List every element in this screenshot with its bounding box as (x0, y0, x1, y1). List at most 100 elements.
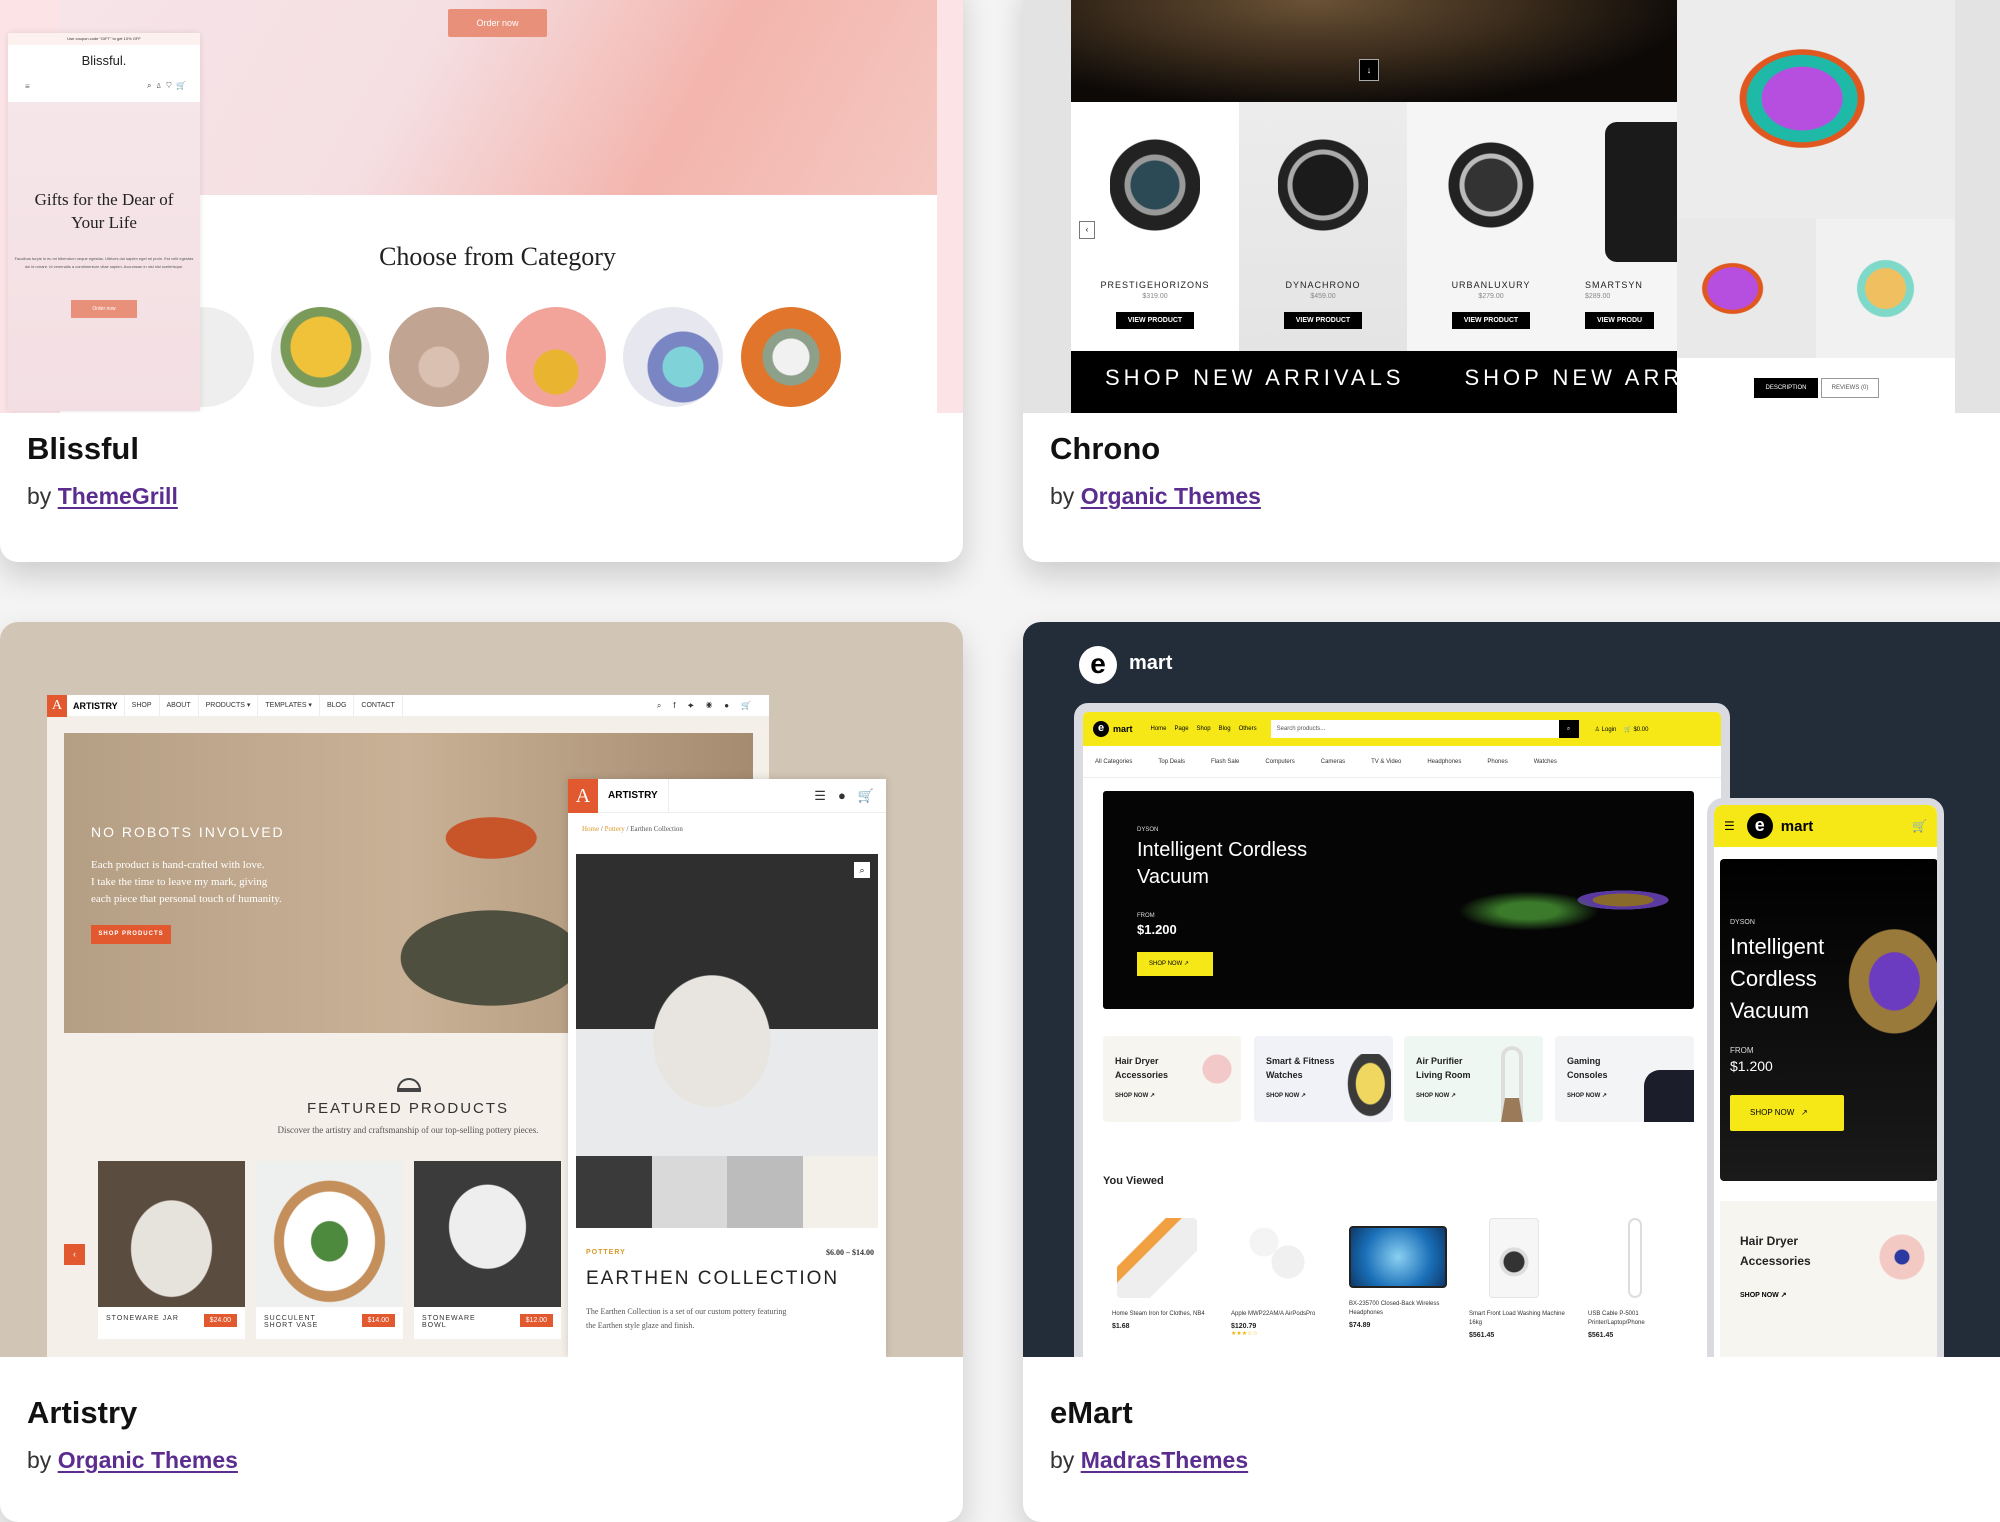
theme-preview-artistry[interactable]: A ARTISTRY SHOP ABOUT PRODUCTS ▾ TEMPLAT… (0, 622, 963, 1357)
nav-item[interactable]: Blog (1219, 726, 1231, 732)
tab-description[interactable]: DESCRIPTION (1754, 378, 1818, 398)
cart-icon[interactable]: 🛒 (1912, 819, 1927, 833)
hero-text-line: I take the time to leave my mark, giving (91, 876, 268, 888)
product-card[interactable]: STONEWARE JAR $24.00 (98, 1161, 245, 1339)
order-now-button[interactable]: Order now (448, 9, 547, 37)
theme-preview-blissful[interactable]: Order now Choose from Category Use coupo… (0, 0, 963, 413)
viewed-product[interactable]: BX-235700 Closed-Back Wireless Headphone… (1349, 1218, 1449, 1329)
theme-card-blissful[interactable]: Order now Choose from Category Use coupo… (0, 0, 963, 562)
author-link[interactable]: MadrasThemes (1081, 1447, 1248, 1473)
view-product-button[interactable]: VIEW PRODUCT (1283, 312, 1363, 329)
search-button[interactable]: ⌕ (1558, 720, 1579, 738)
hero-shop-now-button[interactable]: SHOP NOW ↗ (1137, 952, 1213, 976)
category-circle[interactable] (741, 307, 841, 407)
breadcrumb-link[interactable]: Home (582, 825, 599, 833)
shop-now-link[interactable]: SHOP NOW ↗ (1115, 1092, 1155, 1099)
category-circle[interactable] (271, 307, 371, 407)
theme-preview-emart[interactable]: e mart e mart Home Page Shop Blog Others… (1023, 622, 2000, 1357)
author-link[interactable]: ThemeGrill (58, 483, 178, 509)
viewed-product[interactable]: Home Steam Iron for Clothes, NB4 $1.68 (1112, 1218, 1212, 1330)
hero-text: Faucibus turpis in eu mi bibendum neque … (14, 256, 194, 269)
theme-title[interactable]: Artistry (27, 1395, 137, 1431)
hero-shop-now-button[interactable]: SHOP NOW ↗ (1730, 1095, 1844, 1131)
product-card[interactable]: DYNACHRONO $459.00 VIEW PRODUCT (1239, 102, 1407, 351)
carousel-prev-button[interactable]: ‹ (1079, 221, 1095, 239)
viewed-product[interactable]: USB Cable P-5001 Printer/Laptop/Phone $56… (1588, 1218, 1688, 1339)
logo: ARTISTRY (67, 694, 125, 717)
shop-now-link[interactable]: SHOP NOW ↗ (1266, 1092, 1306, 1099)
cart-link[interactable]: 🛒 $0.00 (1624, 726, 1648, 733)
category-item[interactable]: Flash Sale (1211, 759, 1239, 765)
category-item[interactable]: Watches (1534, 759, 1557, 765)
product-card[interactable]: URBANLUXURY $279.00 VIEW PRODUCT (1407, 102, 1575, 351)
scroll-down-button[interactable]: ↓ (1359, 59, 1379, 81)
tab-reviews[interactable]: REVIEWS (0) (1821, 378, 1879, 398)
nav-item[interactable]: TEMPLATES ▾ (258, 694, 320, 717)
viewed-product[interactable]: Apple MWP22AM/A AirPodsPro $120.79 ★★★☆☆ (1231, 1218, 1331, 1337)
theme-preview-chrono[interactable]: ↓ PRESTIGEHORIZONS $319.00 VIEW PRODUCT DY… (1023, 0, 2000, 413)
author-link[interactable]: Organic Themes (1081, 483, 1261, 509)
shop-products-button[interactable]: SHOP PRODUCTS (91, 925, 171, 944)
product-card[interactable]: PRESTIGEHORIZONS $319.00 VIEW PRODUCT (1071, 102, 1239, 351)
menu-icon[interactable]: ☰ (1724, 819, 1735, 833)
nav-item[interactable]: Page (1175, 726, 1189, 732)
search-input[interactable]: Search products... (1270, 720, 1559, 738)
product-card[interactable]: SUCCULENT SHORT VASE $14.00 (256, 1161, 403, 1339)
shop-now-link[interactable]: SHOP NOW ↗ (1567, 1092, 1607, 1099)
category-item[interactable]: Computers (1265, 759, 1294, 765)
mobile-order-button[interactable]: Order now (71, 300, 137, 318)
category-card[interactable]: Gaming Consoles SHOP NOW ↗ (1555, 1036, 1694, 1122)
category-item[interactable]: Headphones (1427, 759, 1461, 765)
watch-image (1605, 122, 1677, 262)
author-link[interactable]: Organic Themes (58, 1447, 238, 1473)
theme-card-chrono[interactable]: ↓ PRESTIGEHORIZONS $319.00 VIEW PRODUCT DY… (1023, 0, 2000, 562)
nav-item[interactable]: BLOG (320, 694, 355, 717)
theme-title[interactable]: Blissful (27, 431, 139, 467)
product-card[interactable]: STONEWARE BOWL $12.00 (414, 1161, 561, 1339)
view-product-button[interactable]: VIEW PRODUCT (1115, 312, 1195, 329)
menu-icon[interactable]: ≡ (25, 82, 30, 91)
product-image (1644, 1070, 1694, 1122)
category-card[interactable]: Smart & Fitness Watches SHOP NOW ↗ (1254, 1036, 1393, 1122)
nav-item[interactable]: PRODUCTS ▾ (199, 694, 259, 717)
shop-now-link[interactable]: SHOP NOW ↗ (1416, 1092, 1456, 1099)
category-circle[interactable] (623, 307, 723, 407)
view-product-button[interactable]: VIEW PRODU (1585, 312, 1655, 329)
button-label: SHOP NOW (1750, 1108, 1795, 1117)
nav-item[interactable]: SHOP (125, 694, 160, 717)
product-card[interactable]: SMARTSYN $289.00 VIEW PRODU (1575, 102, 1677, 351)
nav-item[interactable]: Home (1151, 726, 1167, 732)
category-circle[interactable] (389, 307, 489, 407)
nav-item[interactable]: Others (1239, 726, 1257, 732)
sunglasses-thumb[interactable] (1816, 219, 1955, 358)
category-card[interactable]: Hair Dryer Accessories SHOP NOW ↗ (1103, 1036, 1241, 1122)
nav-item[interactable]: ABOUT (160, 694, 199, 717)
theme-title[interactable]: eMart (1050, 1395, 1133, 1431)
viewed-product[interactable]: Smart Front Load Washing Machine 16kg $56… (1469, 1218, 1569, 1339)
theme-title[interactable]: Chrono (1050, 431, 1160, 467)
breadcrumb-link[interactable]: Pottery (605, 825, 625, 833)
category-item[interactable]: All Categories (1095, 759, 1132, 765)
theme-card-emart[interactable]: e mart e mart Home Page Shop Blog Others… (1023, 622, 2000, 1522)
header-icons[interactable]: ⌕f✦◉●🛒 (657, 701, 769, 711)
category-item[interactable]: TV & Video (1371, 759, 1401, 765)
mobile-header-icons[interactable]: ☰●🛒 (814, 788, 886, 804)
view-product-button[interactable]: VIEW PRODUCT (1451, 312, 1531, 329)
category-item[interactable]: Phones (1487, 759, 1507, 765)
nav-item[interactable]: CONTACT (354, 694, 403, 717)
featured-prev-button[interactable]: ‹ (64, 1244, 85, 1265)
hero-title: Intelligent Cordless Vacuum (1730, 934, 1825, 1023)
category-card[interactable]: Hair Dryer Accessories SHOP NOW ↗ (1720, 1201, 1937, 1357)
header-icons[interactable]: ⌕♙♡🛒 (147, 81, 190, 91)
zoom-icon[interactable]: ⌕ (854, 862, 870, 878)
category-item[interactable]: Top Deals (1158, 759, 1185, 765)
theme-card-artistry[interactable]: A ARTISTRY SHOP ABOUT PRODUCTS ▾ TEMPLAT… (0, 622, 963, 1522)
category-card[interactable]: Air Purifier Living Room SHOP NOW ↗ (1404, 1036, 1543, 1122)
category-circle[interactable] (506, 307, 606, 407)
sunglasses-thumb[interactable] (1677, 219, 1816, 358)
nav-item[interactable]: Shop (1197, 726, 1211, 732)
shop-now-link[interactable]: SHOP NOW ↗ (1740, 1291, 1787, 1299)
login-link[interactable]: ♙ Login (1595, 726, 1617, 733)
category-item[interactable]: Cameras (1321, 759, 1345, 765)
thumbnails[interactable] (576, 1156, 878, 1228)
